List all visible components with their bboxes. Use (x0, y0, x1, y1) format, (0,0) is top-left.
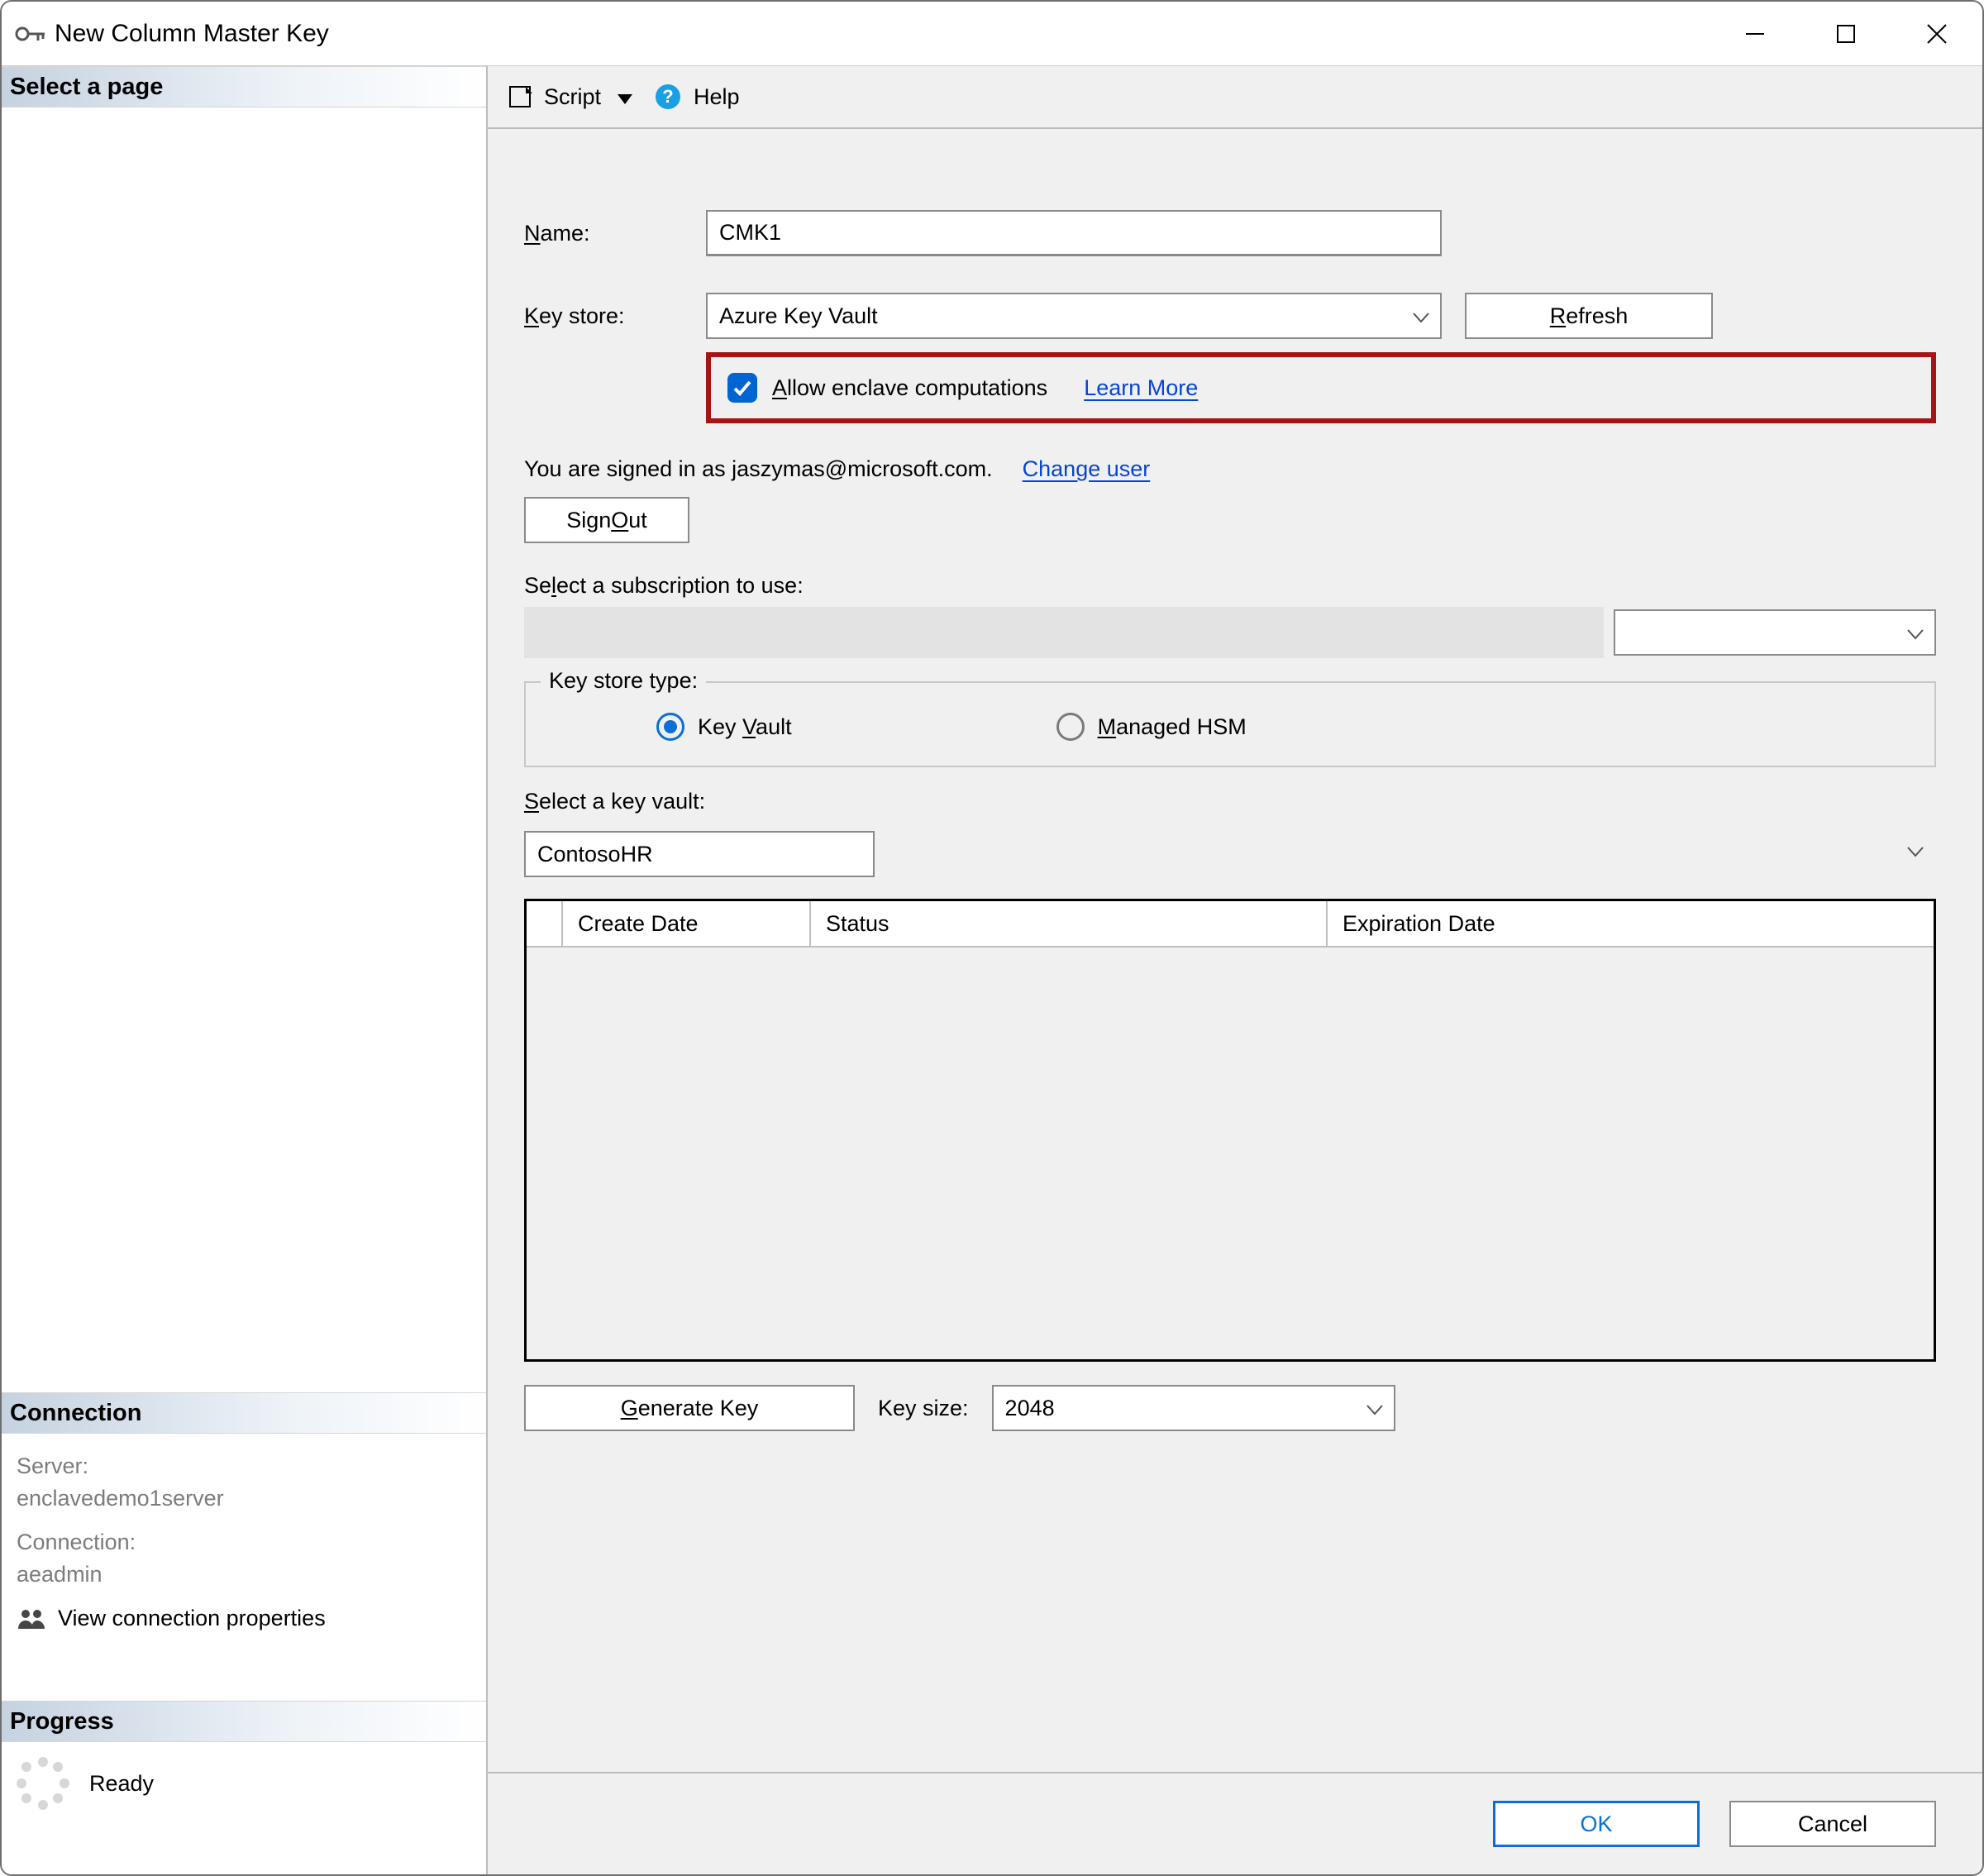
key-size-select[interactable] (992, 1385, 1395, 1431)
table-header-expiration-date[interactable]: Expiration Date (1328, 901, 1934, 946)
script-button[interactable]: Script (544, 84, 601, 110)
enclave-highlight-box: Allow enclave computations Learn More (706, 352, 1936, 423)
refresh-button[interactable]: Refresh (1465, 293, 1713, 339)
progress-header: Progress (2, 1701, 486, 1742)
chevron-down-icon (1906, 838, 1924, 863)
radio-key-vault-label: Key Vault (698, 714, 792, 740)
subscription-readonly-bar (524, 607, 1604, 658)
script-icon (508, 84, 532, 109)
radio-key-vault[interactable]: Key Vault (656, 713, 792, 741)
minimize-button[interactable] (1710, 2, 1800, 66)
server-value: enclavedemo1server (17, 1486, 471, 1511)
view-connection-properties-link[interactable]: View connection properties (17, 1606, 471, 1631)
select-page-header: Select a page (2, 66, 486, 107)
progress-status: Ready (89, 1771, 154, 1797)
generate-key-button[interactable]: Generate Key (524, 1385, 855, 1431)
allow-enclave-checkbox[interactable] (727, 373, 757, 403)
key-size-label: Key size: (878, 1396, 969, 1421)
ok-button[interactable]: OK (1493, 1801, 1700, 1847)
close-button[interactable] (1891, 2, 1982, 66)
key-icon (15, 24, 46, 44)
select-page-list (2, 107, 486, 1392)
name-input[interactable] (706, 210, 1442, 256)
connection-header: Connection (2, 1392, 486, 1434)
connection-value: aeadmin (17, 1562, 471, 1587)
subscription-label: Select a subscription to use: (524, 573, 1936, 599)
radio-icon (656, 713, 684, 741)
help-icon: ? (656, 84, 680, 109)
window-title: New Column Master Key (55, 20, 329, 48)
script-dropdown-arrow-icon[interactable] (618, 84, 632, 110)
keystore-select[interactable] (706, 293, 1442, 339)
subscription-select[interactable] (1614, 609, 1936, 656)
radio-icon (1056, 713, 1085, 741)
radio-managed-hsm[interactable]: Managed HSM (1056, 713, 1247, 741)
learn-more-link[interactable]: Learn More (1084, 375, 1198, 401)
server-label: Server: (17, 1454, 471, 1479)
keystore-label: Key store: (524, 303, 706, 329)
maximize-button[interactable] (1800, 2, 1891, 66)
table-header-status[interactable]: Status (811, 901, 1328, 946)
table-header-create-date[interactable]: Create Date (563, 901, 811, 946)
progress-spinner-icon (17, 1757, 69, 1810)
people-icon (17, 1607, 46, 1630)
keys-table[interactable]: Create Date Status Expiration Date (524, 899, 1936, 1362)
change-user-link[interactable]: Change user (1023, 456, 1151, 482)
view-connection-properties-label: View connection properties (58, 1606, 326, 1631)
sign-out-button[interactable]: Sign Out (524, 497, 689, 543)
connection-label: Connection: (17, 1530, 471, 1555)
radio-managed-hsm-label: Managed HSM (1098, 714, 1247, 740)
name-label: Name: (524, 221, 706, 246)
help-button[interactable]: Help (694, 84, 740, 110)
key-vault-select[interactable] (524, 831, 875, 877)
keystore-type-legend: Key store type: (541, 668, 706, 694)
keystore-type-group: Key store type: Key Vault Managed HSM (524, 681, 1936, 767)
signed-in-text: You are signed in as jaszymas@microsoft.… (524, 456, 993, 482)
allow-enclave-label: Allow enclave computations (772, 375, 1047, 401)
cancel-button[interactable]: Cancel (1729, 1801, 1936, 1847)
table-header-selector[interactable] (527, 901, 563, 946)
key-vault-label: Select a key vault: (524, 789, 1936, 814)
